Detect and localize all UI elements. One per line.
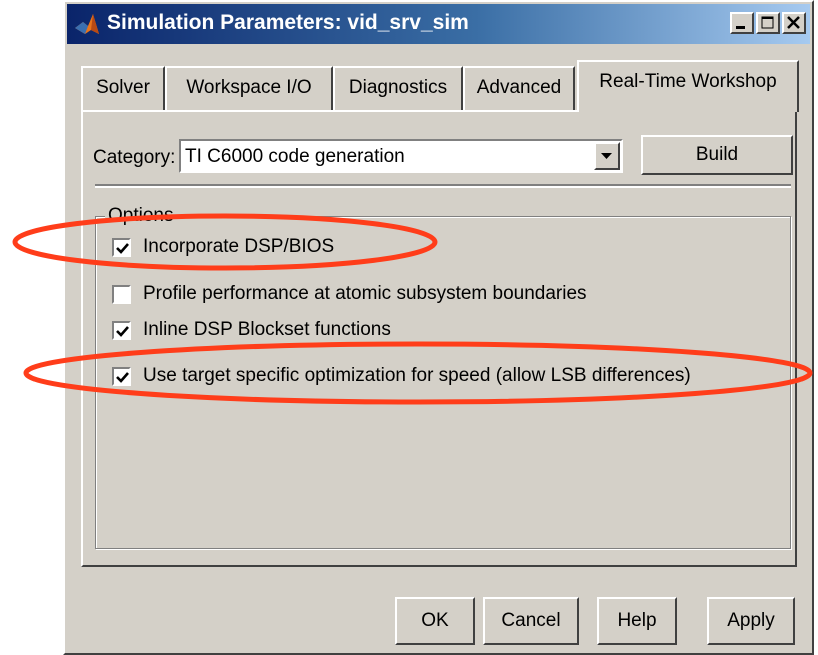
checkbox[interactable] <box>112 238 131 257</box>
tab-real-time-workshop-label: Real-Time Workshop <box>599 71 777 92</box>
minimize-button[interactable] <box>730 12 754 34</box>
option-target-specific-optimization[interactable]: Use target specific optimization for spe… <box>112 365 772 391</box>
tab-diagnostics[interactable]: Diagnostics <box>333 66 463 110</box>
help-button-label: Help <box>617 610 657 631</box>
option-label: Incorporate DSP/BIOS <box>143 236 335 257</box>
cancel-button[interactable]: Cancel <box>483 597 579 645</box>
option-profile-performance[interactable]: Profile performance at atomic subsystem … <box>112 283 672 309</box>
option-label: Inline DSP Blockset functions <box>143 319 391 340</box>
option-label: Use target specific optimization for spe… <box>143 365 691 386</box>
tab-advanced[interactable]: Advanced <box>463 66 575 110</box>
maximize-button[interactable] <box>756 12 780 34</box>
options-group-title: Options <box>105 205 177 227</box>
option-label: Profile performance at atomic subsystem … <box>143 283 587 304</box>
checkmark-icon <box>116 372 129 383</box>
minimize-icon <box>736 26 745 29</box>
category-dropdown[interactable]: TI C6000 code generation <box>179 139 623 173</box>
simulation-parameters-dialog: Simulation Parameters: vid_srv_sim Solve… <box>63 0 814 655</box>
separator <box>95 184 791 188</box>
close-icon <box>787 16 800 29</box>
checkbox[interactable] <box>112 285 131 304</box>
cancel-button-label: Cancel <box>501 610 561 631</box>
ok-button[interactable]: OK <box>395 597 475 645</box>
tab-workspace-io[interactable]: Workspace I/O <box>165 66 333 110</box>
checkbox[interactable] <box>112 367 131 386</box>
checkbox[interactable] <box>112 321 131 340</box>
tab-real-time-workshop[interactable]: Real-Time Workshop <box>577 60 799 112</box>
tab-solver-label: Solver <box>96 77 150 98</box>
tab-advanced-label: Advanced <box>476 77 562 98</box>
apply-button[interactable]: Apply <box>707 597 795 645</box>
maximize-icon <box>761 16 774 29</box>
checkmark-icon <box>116 326 129 337</box>
option-inline-dsp-blockset[interactable]: Inline DSP Blockset functions <box>112 319 452 345</box>
close-button[interactable] <box>782 12 806 34</box>
title-bar[interactable]: Simulation Parameters: vid_srv_sim <box>67 4 810 44</box>
tab-diagnostics-label: Diagnostics <box>348 77 448 98</box>
ok-button-label: OK <box>421 610 449 631</box>
tab-workspace-io-label: Workspace I/O <box>186 77 312 98</box>
matlab-logo-icon <box>75 14 99 34</box>
build-button[interactable]: Build <box>641 135 793 175</box>
help-button[interactable]: Help <box>597 597 677 645</box>
category-value: TI C6000 code generation <box>185 146 405 167</box>
apply-button-label: Apply <box>727 610 775 631</box>
tab-solver[interactable]: Solver <box>81 66 165 110</box>
build-button-label: Build <box>695 144 739 165</box>
window-title: Simulation Parameters: vid_srv_sim <box>107 11 469 34</box>
chevron-down-icon <box>601 153 612 159</box>
checkmark-icon <box>116 243 129 254</box>
dropdown-button[interactable] <box>594 142 620 170</box>
category-label: Category: <box>93 147 176 168</box>
option-incorporate-dsp-bios[interactable]: Incorporate DSP/BIOS <box>112 236 412 262</box>
